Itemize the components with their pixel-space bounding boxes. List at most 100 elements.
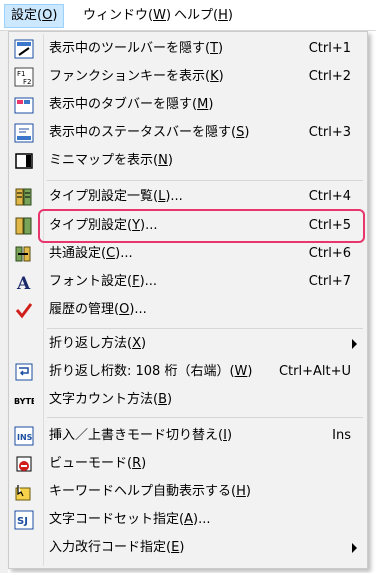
minimap-icon	[14, 151, 34, 171]
menu-item-view-mode[interactable]: ビューモード(R)	[9, 450, 367, 478]
menu-item-hide-tabbar[interactable]: 表示中のタブバーを隠す(M)	[9, 91, 367, 119]
type-settings-icon	[14, 216, 34, 236]
menu-window-key: W	[153, 8, 166, 23]
statusbar-icon	[14, 123, 34, 143]
access-key: O	[119, 302, 130, 317]
menu-item-font-settings[interactable]: A フォント設定(F)... Ctrl+7	[9, 268, 367, 296]
access-key: L	[158, 189, 166, 204]
menu-item-label: タイプ別設定一覧	[49, 189, 154, 204]
menu-settings-label: 設定	[11, 8, 38, 23]
access-key: E	[171, 540, 180, 555]
menu-item-label: 文字カウント方法	[49, 392, 154, 407]
svg-text:BYTE: BYTE	[14, 397, 34, 406]
menu-item-label: 表示中のタブバーを隠す	[49, 97, 193, 112]
menu-item-charset[interactable]: SJ 文字コードセット指定(A)...	[9, 506, 367, 534]
function-key-icon: F1 F2	[14, 67, 34, 87]
menu-item-insert-overwrite-toggle[interactable]: INS 挿入／上書きモード切り替え(I) Ins	[9, 422, 367, 450]
menu-item-char-count-method[interactable]: BYTE 文字カウント方法(B)	[9, 386, 367, 414]
checkmark-icon	[14, 300, 34, 320]
access-key: I	[223, 428, 227, 443]
menu-item-label: 履歴の管理	[49, 302, 115, 317]
shortcut-label: Ctrl+2	[308, 69, 351, 84]
shortcut-label: Ctrl+Alt+U	[278, 364, 351, 379]
menu-item-label: 折り返し方法	[49, 336, 128, 351]
svg-text:A: A	[16, 274, 31, 292]
charset-icon: SJ	[14, 510, 34, 530]
menu-item-type-settings-list[interactable]: タイプ別設定一覧(L)... Ctrl+4	[9, 183, 367, 211]
access-key: M	[197, 97, 209, 112]
ellipsis: ...	[134, 302, 147, 317]
background-window-edge	[0, 31, 8, 573]
toolbar-icon	[14, 39, 34, 59]
menu-item-label: 表示中のステータスバーを隠す	[49, 125, 232, 140]
svg-text:INS: INS	[17, 433, 33, 442]
menu-item-label: 折り返し桁数: 108 桁（右端）	[49, 364, 230, 379]
shortcut-label: Ctrl+4	[308, 189, 351, 204]
settings-dropdown-menu: 表示中のツールバーを隠す(T) Ctrl+1 F1 F2 ファンクションキーを表示…	[8, 31, 368, 569]
menu-item-show-minimap[interactable]: ミニマップを表示(N)	[9, 147, 367, 175]
menu-settings[interactable]: 設定(O)	[4, 4, 65, 28]
menu-help[interactable]: ヘルプ(H)	[168, 5, 239, 27]
type-list-icon	[14, 187, 34, 207]
menu-item-label: 表示中のツールバーを隠す	[49, 41, 206, 56]
menu-item-label: 共通設定	[49, 246, 102, 261]
menu-item-label: ミニマップを表示	[49, 153, 154, 168]
keyword-help-icon	[14, 482, 34, 502]
menu-item-wrap-columns[interactable]: 折り返し桁数: 108 桁（右端）(W) Ctrl+Alt+U	[9, 358, 367, 386]
menu-item-history-management[interactable]: 履歴の管理(O)...	[9, 296, 367, 324]
byte-icon: BYTE	[14, 390, 34, 410]
menu-item-common-settings[interactable]: 共通設定(C)... Ctrl+6	[9, 240, 367, 268]
insert-mode-icon: INS	[14, 426, 34, 446]
menu-item-label: キーワードヘルプ自動表示する	[49, 484, 232, 499]
view-mode-icon	[14, 454, 34, 474]
access-key: C	[106, 246, 116, 261]
separator	[47, 417, 363, 418]
menu-item-label: ファンクションキーを表示	[49, 69, 206, 84]
menu-bar: 設定(O) ウィンドウ(W) ヘルプ(H)	[0, 0, 376, 31]
shortcut-label: Ctrl+1	[308, 41, 351, 56]
access-key: F	[132, 274, 140, 289]
highlight-annotation-box	[38, 209, 365, 243]
menu-item-hide-toolbar[interactable]: 表示中のツールバーを隠す(T) Ctrl+1	[9, 35, 367, 63]
shortcut-label: Ctrl+7	[308, 274, 351, 289]
font-icon: A	[14, 272, 34, 292]
menu-item-label: 入力改行コード指定	[49, 540, 167, 555]
svg-text:F1: F1	[17, 70, 25, 78]
ellipsis: ...	[144, 274, 158, 289]
menu-item-label: フォント設定	[49, 274, 128, 289]
access-key: X	[132, 336, 141, 351]
menu-help-label: ヘルプ	[174, 8, 214, 23]
menu-item-show-function-keys[interactable]: F1 F2 ファンクションキーを表示(K) Ctrl+2	[9, 63, 367, 91]
menu-help-key: H	[218, 8, 228, 23]
submenu-arrow-icon	[352, 339, 357, 349]
ellipsis: ...	[120, 246, 133, 261]
separator	[47, 328, 363, 329]
access-key: T	[210, 41, 219, 56]
svg-text:SJ: SJ	[17, 516, 28, 527]
ellipsis: ...	[198, 512, 211, 527]
menu-item-keyword-help[interactable]: キーワードヘルプ自動表示する(H)	[9, 478, 367, 506]
access-key: W	[234, 364, 248, 379]
submenu-arrow-icon	[352, 543, 357, 553]
menu-window[interactable]: ウィンドウ(W)	[77, 5, 177, 27]
access-key: N	[158, 153, 168, 168]
menu-item-input-newline-code[interactable]: 入力改行コード指定(E)	[9, 534, 367, 562]
access-key: R	[132, 456, 142, 471]
access-key: S	[236, 125, 245, 140]
menu-item-label: ビューモード	[49, 456, 128, 471]
menu-item-label: 挿入／上書きモード切り替え	[49, 428, 219, 443]
tabbar-icon	[14, 95, 34, 115]
access-key: A	[184, 512, 193, 527]
menu-item-wrap-method[interactable]: 折り返し方法(X)	[9, 330, 367, 358]
shortcut-label: Ctrl+3	[308, 125, 351, 140]
ellipsis: ...	[170, 189, 183, 204]
menu-window-label: ウィンドウ	[83, 8, 149, 23]
wrap-icon	[14, 362, 34, 382]
common-settings-icon	[14, 244, 34, 264]
menu-item-hide-statusbar[interactable]: 表示中のステータスバーを隠す(S) Ctrl+3	[9, 119, 367, 147]
access-key: K	[210, 69, 219, 84]
separator	[47, 180, 363, 181]
menu-item-label: 文字コードセット指定	[49, 512, 180, 527]
shortcut-label: Ins	[332, 428, 351, 443]
svg-text:F2: F2	[23, 78, 31, 86]
